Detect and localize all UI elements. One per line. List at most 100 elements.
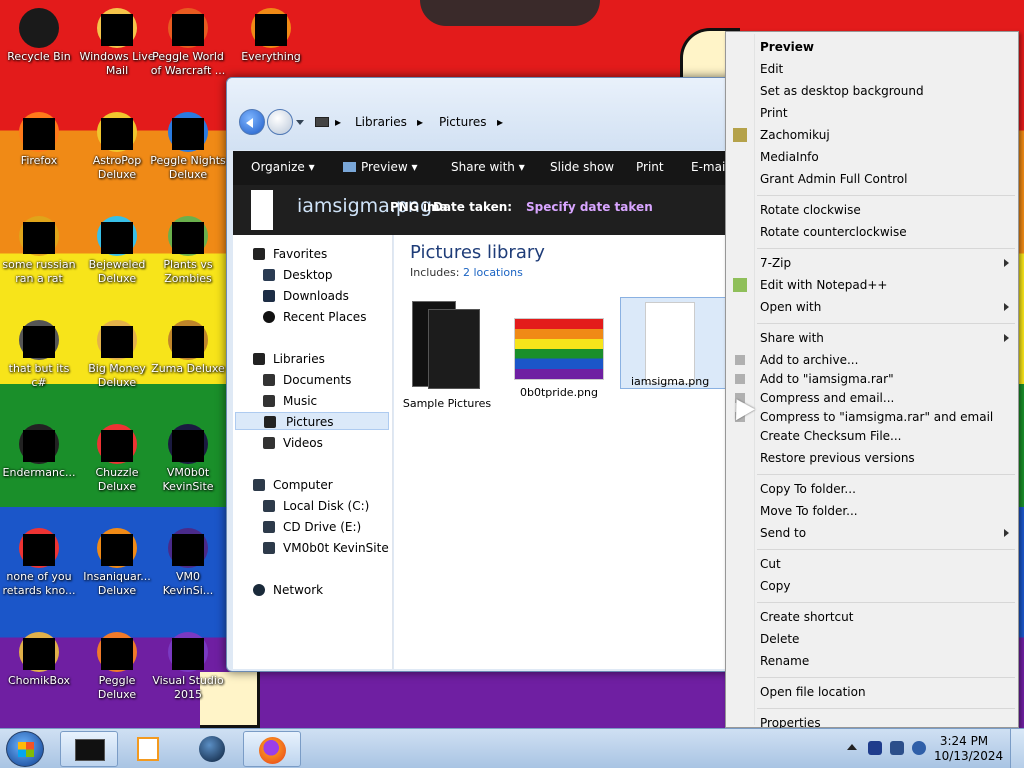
menu-item-create-shortcut[interactable]: Create shortcut — [729, 607, 1015, 627]
menu-item-share-with[interactable]: Share with — [729, 328, 1015, 348]
back-button[interactable] — [239, 109, 265, 135]
nav-documents[interactable]: Documents — [233, 371, 391, 389]
menu-item-edit[interactable]: Edit — [729, 59, 1015, 79]
desktop-icon-none-of-you-retards-kno[interactable]: none of you retards kno... — [1, 528, 77, 598]
nav-recent-places[interactable]: Recent Places — [233, 308, 391, 326]
visual-studio-icon — [168, 632, 208, 672]
desktop-icon-astropop-deluxe[interactable]: AstroPop Deluxe — [79, 112, 155, 182]
menu-item-restore-previous-versions[interactable]: Restore previous versions — [729, 448, 1015, 468]
desktop-icon-endermanc[interactable]: Endermanc... — [1, 424, 77, 480]
menu-item-add-to-iamsigma-rar[interactable]: Add to "iamsigma.rar" — [729, 369, 1015, 389]
organize-button[interactable]: Organize ▾ — [251, 160, 315, 174]
tray-network-icon[interactable] — [890, 741, 904, 755]
breadcrumb-pictures[interactable]: Pictures — [439, 115, 487, 129]
desktop-icon-peggle-nights-deluxe[interactable]: Peggle Nights Deluxe — [150, 112, 226, 182]
slide-show-button[interactable]: Slide show — [550, 160, 614, 174]
forward-button[interactable] — [267, 109, 293, 135]
desktop-icon-vm0b0t-kevinsite[interactable]: VM0b0t KevinSite — [150, 424, 226, 494]
menu-item-edit-with-notepad[interactable]: Edit with Notepad++ — [729, 275, 1015, 295]
menu-item-compress-to-iamsigma-rar-and-email[interactable]: Compress to "iamsigma.rar" and email — [729, 407, 1015, 427]
menu-item-copy[interactable]: Copy — [729, 576, 1015, 596]
menu-item-rename[interactable]: Rename — [729, 651, 1015, 671]
tray-volume-icon[interactable] — [912, 741, 926, 755]
nav-videos[interactable]: Videos — [233, 434, 391, 452]
nav-local-disk[interactable]: Local Disk (C:) — [233, 497, 391, 515]
menu-item-open-file-location[interactable]: Open file location — [729, 682, 1015, 702]
recent-pages-chevron-icon[interactable] — [296, 120, 304, 129]
menu-item-label: Edit with Notepad++ — [760, 278, 888, 292]
breadcrumb-separator[interactable]: ▸ — [497, 115, 503, 129]
desktop-icon-everything[interactable]: Everything — [233, 8, 309, 64]
menu-item-7-zip[interactable]: 7-Zip — [729, 253, 1015, 273]
menu-item-cut[interactable]: Cut — [729, 554, 1015, 574]
menu-item-label: Preview — [760, 40, 815, 54]
breadcrumb-separator[interactable]: ▸ — [417, 115, 423, 129]
email-button[interactable]: E-mail — [691, 160, 729, 174]
taskbar-media-player[interactable] — [120, 731, 178, 767]
nav-network-drive[interactable]: VM0b0t KevinSite — [233, 539, 391, 557]
desktop-icon-windows-live-mail[interactable]: Windows Live Mail — [79, 8, 155, 78]
tray-app-icon[interactable] — [868, 741, 882, 755]
desktop-icon-label: AstroPop Deluxe — [92, 154, 142, 181]
desktop-icon-big-money-deluxe[interactable]: Big Money Deluxe — [79, 320, 155, 390]
start-button[interactable] — [6, 731, 44, 767]
menu-item-set-as-desktop-background[interactable]: Set as desktop background — [729, 81, 1015, 101]
desktop-icon-peggle-deluxe[interactable]: Peggle Deluxe — [79, 632, 155, 702]
menu-item-open-with[interactable]: Open with — [729, 297, 1015, 317]
menu-item-rotate-counterclockwise[interactable]: Rotate counterclockwise — [729, 222, 1015, 242]
taskbar-explorer[interactable] — [60, 731, 118, 767]
desktop-icon-chuzzle-deluxe[interactable]: Chuzzle Deluxe — [79, 424, 155, 494]
desktop-icon-that-but-its-c[interactable]: that but its c# — [1, 320, 77, 390]
menu-item-delete[interactable]: Delete — [729, 629, 1015, 649]
menu-item-rotate-clockwise[interactable]: Rotate clockwise — [729, 200, 1015, 220]
desktop-icon-vm0-kevinsi[interactable]: VM0 KevinSi... — [150, 528, 226, 598]
menu-item-copy-to-folder[interactable]: Copy To folder... — [729, 479, 1015, 499]
menu-item-send-to[interactable]: Send to — [729, 523, 1015, 543]
desktop-icon-visual-studio-2015[interactable]: Visual Studio 2015 — [150, 632, 226, 702]
taskbar-firefox[interactable] — [243, 731, 301, 767]
print-button[interactable]: Print — [636, 160, 664, 174]
taskbar-globe-app[interactable] — [183, 731, 241, 767]
desktop-icon-label: Endermanc... — [2, 466, 76, 479]
desktop-icon-peggle-world-of-warcraft[interactable]: Peggle World of Warcraft ... — [150, 8, 226, 78]
menu-item-mediainfo[interactable]: MediaInfo — [729, 147, 1015, 167]
clock[interactable]: 3:24 PM 10/13/2024 — [934, 734, 1003, 764]
nav-favorites[interactable]: Favorites — [233, 245, 391, 263]
file-tile-0b0tpride[interactable]: 0b0tpride.png — [504, 301, 614, 399]
nav-desktop[interactable]: Desktop — [233, 266, 391, 284]
menu-item-print[interactable]: Print — [729, 103, 1015, 123]
menu-item-label: Rename — [760, 654, 810, 668]
nav-music[interactable]: Music — [233, 392, 391, 410]
nav-network[interactable]: Network — [233, 581, 391, 599]
nav-computer[interactable]: Computer — [233, 476, 391, 494]
menu-item-preview[interactable]: Preview — [729, 37, 1015, 57]
breadcrumb-libraries[interactable]: Libraries — [355, 115, 407, 129]
breadcrumb-separator[interactable]: ▸ — [335, 115, 341, 129]
menu-item-move-to-folder[interactable]: Move To folder... — [729, 501, 1015, 521]
menu-item-compress-and-email[interactable]: Compress and email... — [729, 388, 1015, 408]
desktop-icon-recycle-bin[interactable]: Recycle Bin — [1, 8, 77, 64]
desktop-icon-plants-vs-zombies[interactable]: Plants vs Zombies — [150, 216, 226, 286]
show-desktop-button[interactable] — [1010, 729, 1024, 768]
desktop-icon-bejeweled-deluxe[interactable]: Bejeweled Deluxe — [79, 216, 155, 286]
desktop-icon-chomikbox[interactable]: ChomikBox — [1, 632, 77, 688]
menu-item-zachomikuj[interactable]: Zachomikuj — [729, 125, 1015, 145]
menu-item-grant-admin-full-control[interactable]: Grant Admin Full Control — [729, 169, 1015, 189]
desktop-icon-zuma-deluxe[interactable]: Zuma Deluxe — [150, 320, 226, 376]
locations-link[interactable]: 2 locations — [463, 266, 523, 279]
desktop-icon-some-russian-ran-a-rat[interactable]: some russian ran a rat — [1, 216, 77, 286]
menu-item-label: Add to "iamsigma.rar" — [760, 372, 894, 386]
file-tile-sample-pictures[interactable]: Sample Pictures — [392, 301, 502, 410]
preview-button[interactable]: Preview ▾ — [343, 160, 418, 174]
nav-libraries[interactable]: Libraries — [233, 350, 391, 368]
desktop-icon-firefox[interactable]: Firefox — [1, 112, 77, 168]
desktop-icon-insaniquar-deluxe[interactable]: Insaniquar... Deluxe — [79, 528, 155, 598]
tray-expand-icon[interactable] — [847, 744, 857, 750]
details-date-value[interactable]: Specify date taken — [526, 200, 653, 214]
menu-item-add-to-archive[interactable]: Add to archive... — [729, 350, 1015, 370]
menu-item-create-checksum-file[interactable]: Create Checksum File... — [729, 426, 1015, 446]
nav-downloads[interactable]: Downloads — [233, 287, 391, 305]
nav-pictures[interactable]: Pictures — [235, 412, 389, 430]
nav-cd-drive[interactable]: CD Drive (E:) — [233, 518, 391, 536]
share-with-button[interactable]: Share with ▾ — [451, 160, 525, 174]
